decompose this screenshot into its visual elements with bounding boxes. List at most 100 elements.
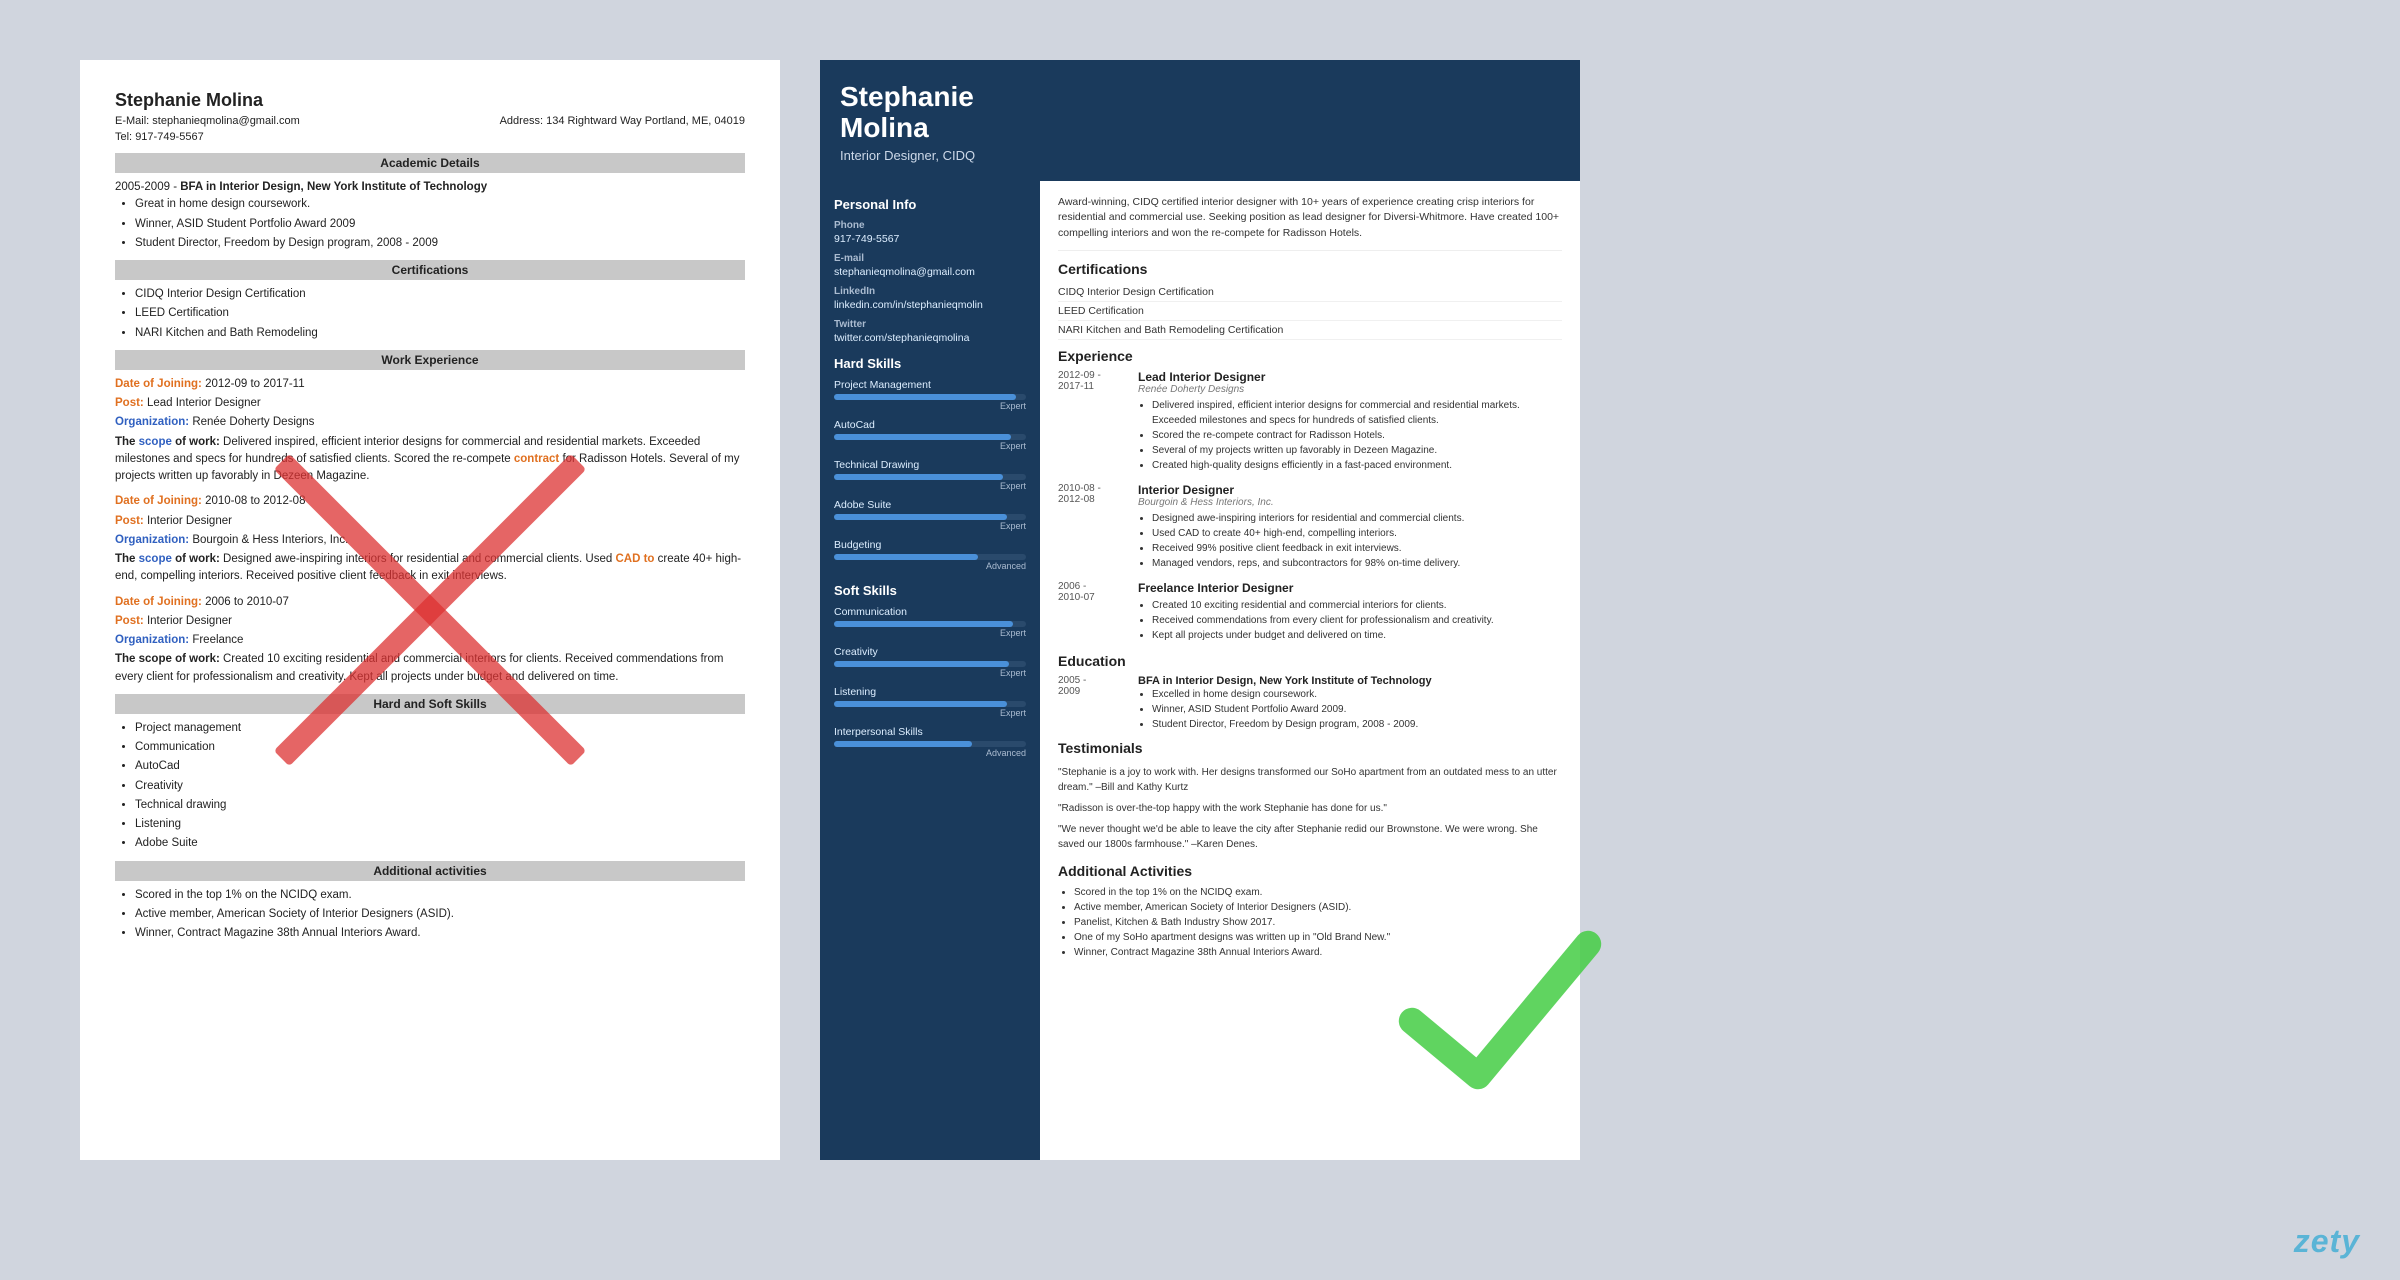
list-item: Winner, Contract Magazine 38th Annual In… — [135, 925, 745, 942]
exp1-date: Date of Joining: 2012-09 to 2017-11 — [115, 376, 745, 393]
bullet: Delivered inspired, efficient interior d… — [1152, 398, 1562, 428]
zety-brand: zety — [2294, 1223, 2360, 1260]
list-item: AutoCad — [135, 758, 745, 775]
skill-bar-bg — [834, 621, 1026, 627]
activity-item: Active member, American Society of Inter… — [1074, 900, 1562, 915]
exp-company: Bourgoin & Hess Interiors, Inc. — [1138, 497, 1562, 508]
right-name-line2: Molina — [840, 112, 929, 143]
skill-name: Communication — [834, 606, 1026, 618]
activity-item: One of my SoHo apartment designs was wri… — [1074, 930, 1562, 945]
list-item: Scored in the top 1% on the NCIDQ exam. — [135, 887, 745, 904]
exp1-post: Post: Lead Interior Designer — [115, 395, 745, 412]
exp-entry: 2006 -2010-07 Freelance Interior Designe… — [1058, 581, 1562, 643]
skill-level: Advanced — [834, 561, 1026, 571]
bullet: Used CAD to create 40+ high-end, compell… — [1152, 526, 1562, 541]
skill-bar-bg — [834, 741, 1026, 747]
linkedin-value: linkedin.com/in/stephanieqmolin — [834, 299, 1026, 311]
activity-item: Scored in the top 1% on the NCIDQ exam. — [1074, 885, 1562, 900]
edu-section-title: Education — [1058, 653, 1562, 669]
exp-header: 2006 -2010-07 Freelance Interior Designe… — [1058, 581, 1562, 643]
skill-level: Expert — [834, 401, 1026, 411]
list-item: Adobe Suite — [135, 835, 745, 852]
left-cert-content: CIDQ Interior Design Certification LEED … — [115, 286, 745, 342]
exp-section-title: Experience — [1058, 348, 1562, 364]
soft-skill-item: Communication Expert — [834, 606, 1026, 638]
left-additional-header: Additional activities — [115, 861, 745, 881]
bullet: Kept all projects under budget and deliv… — [1152, 628, 1562, 643]
bullet: Created 10 exciting residential and comm… — [1152, 598, 1562, 613]
skill-bar-fill — [834, 661, 1009, 667]
twitter-label: Twitter — [834, 319, 1026, 330]
list-item: Student Director, Freedom by Design prog… — [135, 235, 745, 252]
left-contact-row: E-Mail: stephanieqmolina@gmail.com Addre… — [115, 115, 745, 127]
skill-bar-bg — [834, 394, 1026, 400]
skill-name: Listening — [834, 686, 1026, 698]
skill-bar-fill — [834, 394, 1016, 400]
right-title: Interior Designer, CIDQ — [840, 148, 1560, 163]
soft-skills-list: Communication Expert Creativity Expert L… — [834, 606, 1026, 758]
left-additional-content: Scored in the top 1% on the NCIDQ exam. … — [115, 887, 745, 943]
exp-dates: 2010-08 -2012-08 — [1058, 483, 1128, 571]
exp3-post: Post: Interior Designer — [115, 613, 745, 630]
bullet: Winner, ASID Student Portfolio Award 200… — [1152, 702, 1562, 717]
left-skills-header: Hard and Soft Skills — [115, 694, 745, 714]
exp-entry: 2010-08 -2012-08 Interior Designer Bourg… — [1058, 483, 1562, 571]
cert-item: LEED Certification — [1058, 302, 1562, 321]
tel-label: Tel: — [115, 131, 132, 143]
exp-bullets: Delivered inspired, efficient interior d… — [1152, 398, 1562, 473]
personal-info-title: Personal Info — [834, 197, 1026, 212]
tel-value: 917-749-5567 — [135, 131, 204, 143]
bullet: Scored the re-compete contract for Radis… — [1152, 428, 1562, 443]
education-entries: 2005 -2009 BFA in Interior Design, New Y… — [1058, 675, 1562, 732]
email-value: stephanieqmolina@gmail.com — [152, 115, 300, 127]
phone-label: Phone — [834, 220, 1026, 231]
exp2-org: Organization: Bourgoin & Hess Interiors,… — [115, 532, 745, 549]
hard-skills-title: Hard Skills — [834, 356, 1026, 371]
exp-dates: 2006 -2010-07 — [1058, 581, 1128, 643]
activity-item: Panelist, Kitchen & Bath Industry Show 2… — [1074, 915, 1562, 930]
left-academic-header: Academic Details — [115, 153, 745, 173]
list-item: Great in home design coursework. — [135, 196, 745, 213]
right-main: Award-winning, CIDQ certified interior d… — [1040, 181, 1580, 1160]
skill-level: Expert — [834, 481, 1026, 491]
skill-bar-fill — [834, 741, 972, 747]
skill-name: Technical Drawing — [834, 459, 1026, 471]
bullet: Received 99% positive client feedback in… — [1152, 541, 1562, 556]
experience-entries: 2012-09 -2017-11 Lead Interior Designer … — [1058, 370, 1562, 643]
list-item: Winner, ASID Student Portfolio Award 200… — [135, 216, 745, 233]
skill-level: Expert — [834, 441, 1026, 451]
exp-title: Lead Interior Designer — [1138, 370, 1562, 384]
additional-section-title: Additional Activities — [1058, 863, 1562, 879]
skill-bar-fill — [834, 701, 1007, 707]
exp-detail: Interior Designer Bourgoin & Hess Interi… — [1138, 483, 1562, 571]
exp-entry: 2012-09 -2017-11 Lead Interior Designer … — [1058, 370, 1562, 473]
skill-name: AutoCad — [834, 419, 1026, 431]
testimonials-section-title: Testimonials — [1058, 740, 1562, 756]
exp3-org: Organization: Freelance — [115, 632, 745, 649]
skill-name: Interpersonal Skills — [834, 726, 1026, 738]
email-value: stephanieqmolina@gmail.com — [834, 266, 1026, 278]
skill-bar-bg — [834, 474, 1026, 480]
exp2-post: Post: Interior Designer — [115, 513, 745, 530]
bullet: Created high-quality designs efficiently… — [1152, 458, 1562, 473]
skill-bar-bg — [834, 701, 1026, 707]
exp-title: Freelance Interior Designer — [1138, 581, 1562, 595]
soft-skill-item: Listening Expert — [834, 686, 1026, 718]
exp2-scope: The scope of work: Designed awe-inspirin… — [115, 551, 745, 586]
bullet: Several of my projects written up favora… — [1152, 443, 1562, 458]
bullet: Received commendations from every client… — [1152, 613, 1562, 628]
hard-skill-item: Adobe Suite Expert — [834, 499, 1026, 531]
skill-bar-bg — [834, 661, 1026, 667]
list-item: Communication — [135, 739, 745, 756]
cert-list: CIDQ Interior Design Certification LEED … — [135, 286, 745, 342]
exp3-scope: The scope of work: Created 10 exciting r… — [115, 651, 745, 686]
skill-name: Budgeting — [834, 539, 1026, 551]
soft-skill-item: Interpersonal Skills Advanced — [834, 726, 1026, 758]
hard-skill-item: AutoCad Expert — [834, 419, 1026, 451]
right-header: Stephanie Molina Interior Designer, CIDQ — [820, 60, 1580, 181]
cert-section-title: Certifications — [1058, 261, 1562, 277]
additional-activities-list: Scored in the top 1% on the NCIDQ exam.A… — [1074, 885, 1562, 960]
right-sidebar: Personal Info Phone 917-749-5567 E-mail … — [820, 181, 1040, 1160]
skill-bar-bg — [834, 554, 1026, 560]
activity-item: Winner, Contract Magazine 38th Annual In… — [1074, 945, 1562, 960]
